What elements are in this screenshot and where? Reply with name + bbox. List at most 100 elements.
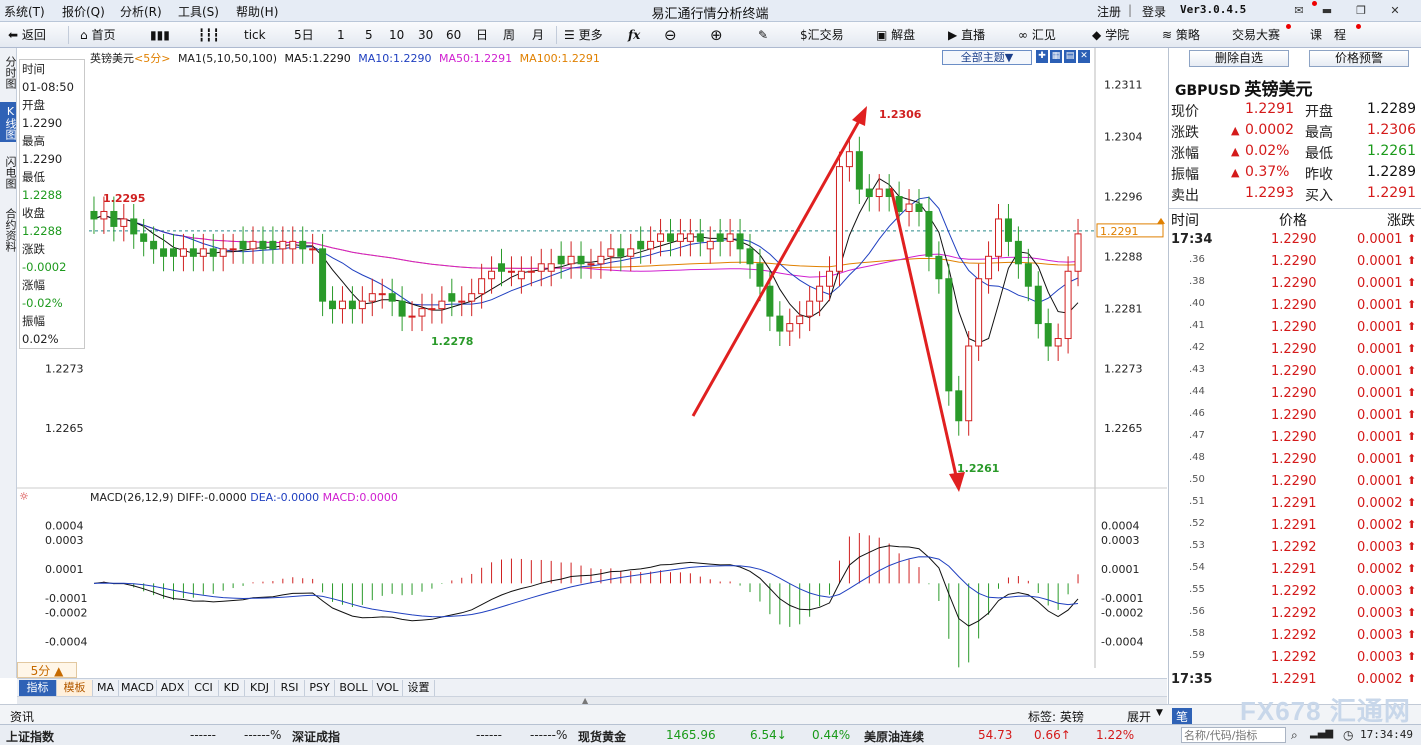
zoom-out-icon[interactable]: ⊖	[664, 26, 677, 44]
login-link[interactable]: 登录	[1142, 3, 1166, 20]
candle-body	[289, 240, 297, 250]
contest-button[interactable]: 交易大赛	[1232, 26, 1280, 44]
candle-body	[736, 233, 744, 250]
indicator-tab-5[interactable]: CCI	[189, 680, 219, 696]
period-month[interactable]: 月	[532, 26, 544, 44]
up-arrow-icon: ⬆	[1407, 672, 1417, 685]
more-button[interactable]: ☰ 更多	[564, 26, 603, 44]
live-button[interactable]: ▶ 直播	[948, 26, 985, 44]
crosshair-icon[interactable]: ✚	[1036, 50, 1048, 63]
indicator-tab-3[interactable]: MACD	[119, 680, 157, 696]
academy-button[interactable]: ◆ 学院	[1092, 26, 1129, 44]
indicator-tab-1[interactable]: 模板	[57, 680, 93, 696]
strategy-button[interactable]: ≋ 策略	[1162, 26, 1200, 44]
expand-button[interactable]: 展开	[1127, 708, 1151, 725]
chart-close-icon[interactable]: ✕	[1078, 50, 1090, 63]
tab-time-chart[interactable]: 分时图	[0, 52, 17, 92]
pen-icon[interactable]: ✎	[758, 26, 768, 44]
restore-icon[interactable]: ❐	[1352, 3, 1370, 18]
period-5min[interactable]: 5	[365, 26, 373, 44]
price-alert-button[interactable]: 价格预警	[1309, 50, 1409, 67]
candle-body	[418, 308, 426, 317]
dropdown-icon[interactable]: ▼	[1156, 708, 1163, 718]
candle-body	[1074, 233, 1082, 272]
macd-left-tick: 0.0004	[45, 519, 84, 532]
indicator-tab-11[interactable]: VOL	[373, 680, 403, 696]
period-60min[interactable]: 60	[446, 26, 461, 44]
tick-price: 1.2290	[1271, 364, 1317, 379]
back-button[interactable]: ⬅ 返回	[8, 26, 46, 44]
remove-watchlist-button[interactable]: 删除自选	[1189, 50, 1289, 67]
search-input[interactable]	[1181, 727, 1286, 743]
indicator-tab-8[interactable]: RSI	[275, 680, 305, 696]
ticker-gold-pct: 0.44%	[812, 728, 851, 742]
indicator-tab-10[interactable]: BOLL	[335, 680, 373, 696]
minimize-icon[interactable]: ▬	[1318, 3, 1336, 18]
register-link[interactable]: 注册	[1097, 3, 1121, 20]
up-arrow-icon: ⬆	[1407, 364, 1417, 377]
indicator-tab-0[interactable]: 指标	[19, 680, 57, 696]
news-label[interactable]: 资讯	[10, 708, 34, 725]
home-button[interactable]: ⌂ 首页	[80, 26, 115, 44]
period-week[interactable]: 周	[503, 26, 515, 44]
tab-contract-info[interactable]: 合约资料	[0, 202, 17, 258]
indicator-tab-2[interactable]: MA	[93, 680, 119, 696]
tick-row: .40 1.2290 0.0001 ⬆	[1169, 295, 1421, 317]
ma-param-label[interactable]: MA1(5,10,50,100)	[178, 52, 277, 65]
menu-system[interactable]: 系统(T)	[4, 3, 45, 20]
ticker-sh-name[interactable]: 上证指数	[6, 728, 54, 745]
topic-dropdown[interactable]: 全部主题▼	[942, 50, 1032, 65]
split-icon[interactable]: ▤	[1064, 50, 1076, 63]
period-day[interactable]: 日	[476, 26, 488, 44]
candle-body	[676, 233, 684, 242]
tab-flash-chart[interactable]: 闪电图	[0, 152, 17, 192]
period-10min[interactable]: 10	[389, 26, 404, 44]
ticker-oil-name[interactable]: 美原油连续	[864, 728, 924, 745]
current-price-label: 1.2291	[1100, 225, 1139, 238]
zoom-in-icon[interactable]: ⊕	[710, 26, 723, 44]
mail-icon[interactable]: ✉	[1290, 3, 1308, 18]
time-value: 01-08:50	[22, 80, 74, 94]
huijian-label: 汇见	[1031, 28, 1056, 42]
grid-icon[interactable]: ▦	[1050, 50, 1062, 63]
course-button[interactable]: 课 程	[1310, 26, 1346, 44]
menu-help[interactable]: 帮助(H)	[236, 3, 278, 20]
huijian-button[interactable]: ∞ 汇见	[1018, 26, 1056, 44]
up-arrow-icon: ⬆	[1407, 628, 1417, 641]
candle-body	[865, 188, 873, 198]
low-value: 1.2288	[22, 188, 63, 202]
indicator-tab-12[interactable]: 设置	[403, 680, 435, 696]
candle-body	[1014, 240, 1022, 265]
indicator-tab-6[interactable]: KD	[219, 680, 245, 696]
tick-price: 1.2290	[1271, 430, 1317, 445]
menu-quote[interactable]: 报价(Q)	[62, 3, 105, 20]
ticker-sz-name[interactable]: 深证成指	[292, 728, 340, 745]
tick-time: 17:34	[1171, 232, 1213, 247]
formula-icon[interactable]: fx	[628, 26, 640, 44]
analysis-button[interactable]: ▣ 解盘	[876, 26, 915, 44]
search-icon[interactable]: ⌕	[1291, 728, 1298, 743]
menu-analysis[interactable]: 分析(R)	[120, 3, 162, 20]
trade-button[interactable]: $汇交易	[800, 26, 844, 44]
ticker-gold-name[interactable]: 现货黄金	[578, 728, 626, 745]
tab-kline-chart[interactable]: K线图	[0, 102, 17, 142]
candle-body	[348, 300, 356, 310]
indicator-tab-9[interactable]: PSY	[305, 680, 335, 696]
candle-body	[1034, 285, 1042, 325]
period-5day[interactable]: 5日	[294, 26, 314, 44]
period-1min[interactable]: 1	[337, 26, 345, 44]
chart-scrollbar[interactable]: ▲	[17, 696, 1167, 705]
period-30min[interactable]: 30	[418, 26, 433, 44]
pen-button[interactable]: 笔	[1172, 708, 1193, 725]
indicator-tab-4[interactable]: ADX	[157, 680, 189, 696]
candle-icon[interactable]: ┇┇┇	[198, 26, 220, 44]
close-icon[interactable]: ✕	[1386, 3, 1404, 18]
menu-tools[interactable]: 工具(S)	[178, 3, 219, 20]
period-selector[interactable]: 5分 ▲	[17, 662, 77, 678]
indicator-tab-7[interactable]: KDJ	[245, 680, 275, 696]
macd-tick: -0.0001	[1101, 592, 1143, 605]
tick-button[interactable]: tick	[244, 26, 266, 44]
candle-body	[1004, 218, 1012, 242]
bar-chart-icon[interactable]: ▮▮▮	[150, 26, 170, 44]
kline-chart[interactable]: 1.2311 1.2304 1.2296 1.2288 1.2281 1.2273 1.22…	[17, 48, 1167, 668]
